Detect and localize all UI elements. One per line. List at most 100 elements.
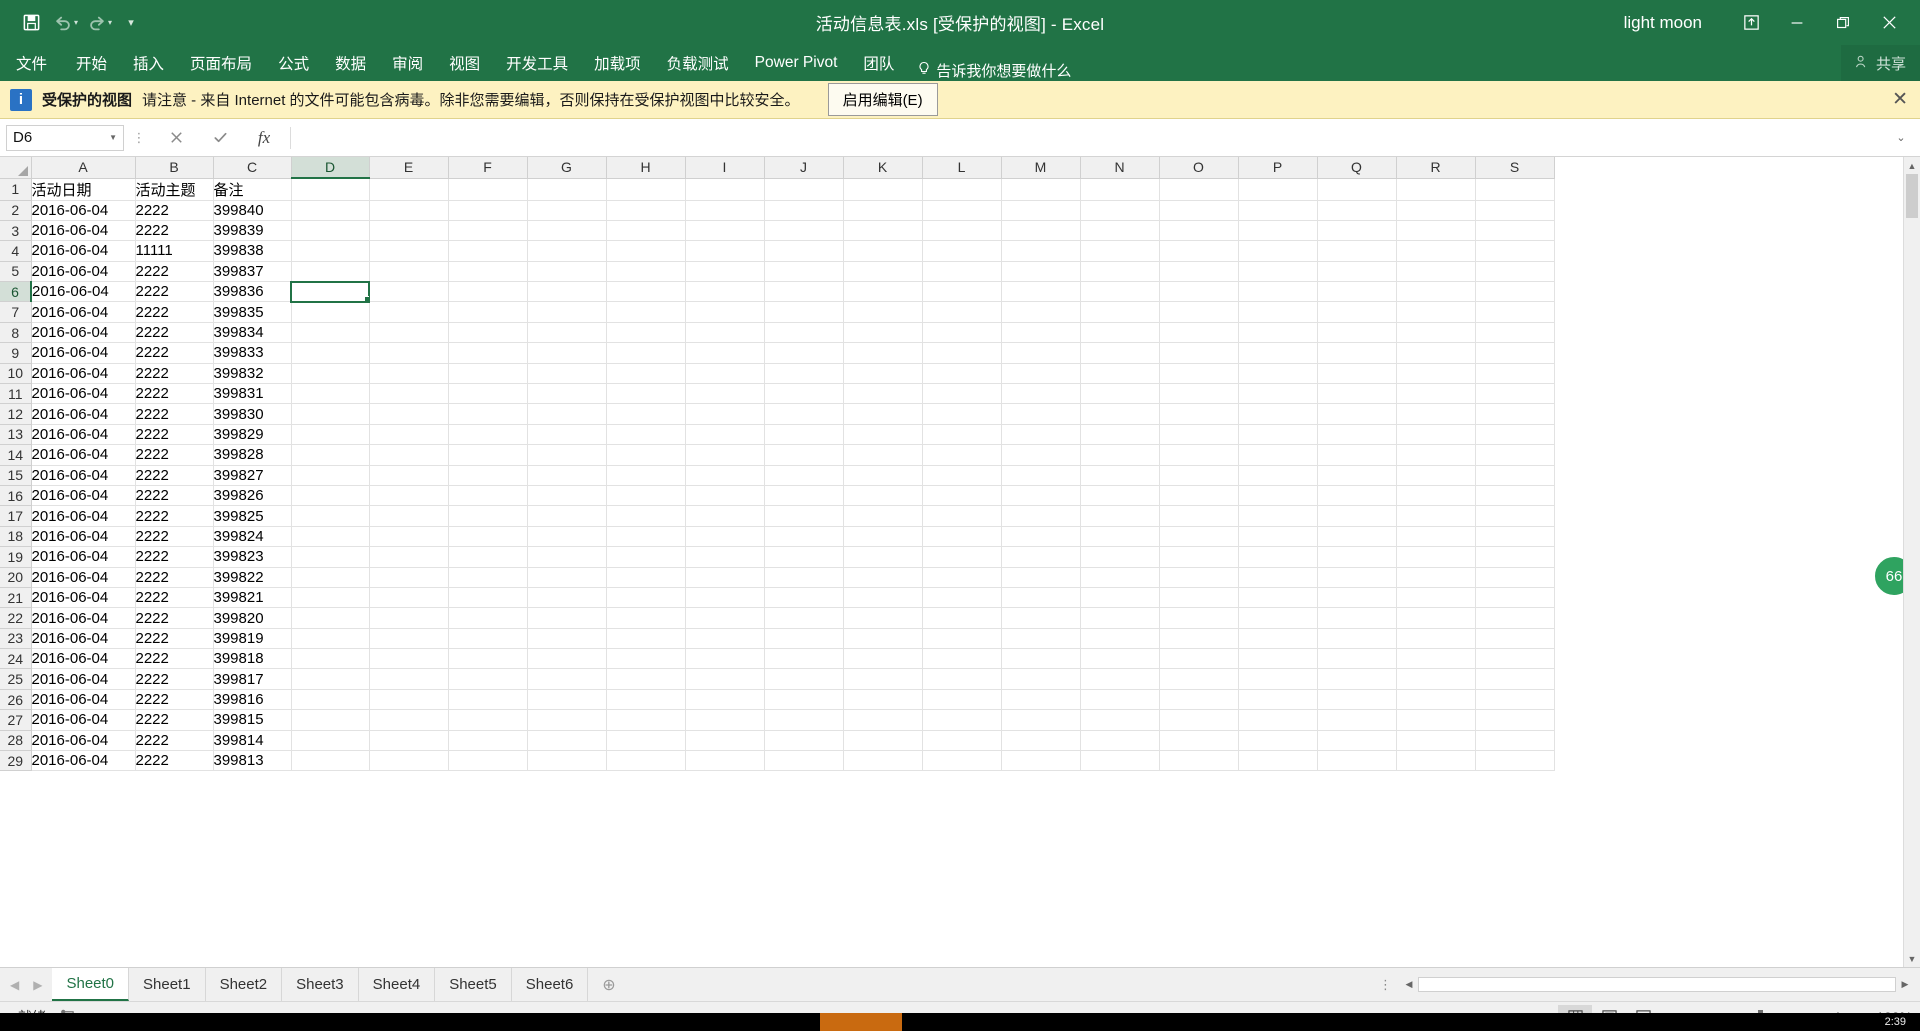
cell-N28[interactable] <box>1080 730 1160 752</box>
cell-H8[interactable] <box>606 322 686 344</box>
cell-Q29[interactable] <box>1317 750 1397 772</box>
cell-K15[interactable] <box>843 465 923 486</box>
cell-D11[interactable] <box>291 383 370 405</box>
cell-F24[interactable] <box>448 648 528 670</box>
cell-Q16[interactable] <box>1317 485 1397 507</box>
cell-P4[interactable] <box>1238 240 1318 262</box>
cell-B25[interactable]: 2222 <box>135 668 214 690</box>
cell-S28[interactable] <box>1475 730 1555 752</box>
cell-K13[interactable] <box>843 424 923 446</box>
ribbon-tab-file[interactable]: 文件 <box>0 45 63 81</box>
cell-D9[interactable] <box>291 342 370 364</box>
cell-E22[interactable] <box>369 607 449 629</box>
cell-M14[interactable] <box>1001 444 1081 466</box>
select-all-corner[interactable] <box>0 157 32 179</box>
cell-F23[interactable] <box>448 628 528 650</box>
cell-R24[interactable] <box>1396 648 1476 670</box>
cell-F19[interactable] <box>448 546 528 568</box>
formula-bar-handle[interactable]: ⋮ <box>124 130 154 146</box>
row-header-27[interactable]: 27 <box>0 709 32 731</box>
cell-L16[interactable] <box>922 485 1002 507</box>
column-header-A[interactable]: A <box>31 157 136 179</box>
cell-G19[interactable] <box>527 546 607 568</box>
cell-D5[interactable] <box>291 261 370 283</box>
cell-O1[interactable] <box>1159 178 1239 201</box>
cell-M9[interactable] <box>1001 342 1081 364</box>
cell-M18[interactable] <box>1001 526 1081 548</box>
cell-B11[interactable]: 2222 <box>135 383 214 405</box>
cell-L10[interactable] <box>922 363 1002 385</box>
cell-P17[interactable] <box>1238 505 1318 527</box>
cell-A6[interactable]: 2016-06-04 <box>31 281 136 303</box>
cell-E29[interactable] <box>369 750 449 772</box>
cell-K7[interactable] <box>843 301 923 323</box>
cell-J19[interactable] <box>764 546 844 568</box>
cell-J2[interactable] <box>764 200 844 221</box>
cell-A16[interactable]: 2016-06-04 <box>31 485 136 507</box>
cell-F5[interactable] <box>448 261 528 283</box>
column-header-D[interactable]: D <box>291 157 370 179</box>
column-header-H[interactable]: H <box>606 157 686 179</box>
cell-B29[interactable]: 2222 <box>135 750 214 772</box>
close-icon[interactable] <box>1866 0 1912 45</box>
cell-M12[interactable] <box>1001 403 1081 425</box>
cell-J4[interactable] <box>764 240 844 262</box>
cell-K8[interactable] <box>843 322 923 344</box>
cell-O9[interactable] <box>1159 342 1239 364</box>
cell-F3[interactable] <box>448 220 528 242</box>
cell-P21[interactable] <box>1238 587 1318 609</box>
sheet-tab-sheet0[interactable]: Sheet0 <box>52 968 130 1001</box>
cell-R7[interactable] <box>1396 301 1476 323</box>
ribbon-tab-page-layout[interactable]: 页面布局 <box>177 45 265 81</box>
cell-P8[interactable] <box>1238 322 1318 344</box>
enable-editing-button[interactable]: 启用编辑(E) <box>827 83 938 116</box>
cell-S18[interactable] <box>1475 526 1555 548</box>
row-header-19[interactable]: 19 <box>0 546 32 568</box>
cell-M27[interactable] <box>1001 709 1081 731</box>
cell-P26[interactable] <box>1238 689 1318 711</box>
cell-L21[interactable] <box>922 587 1002 609</box>
cell-B20[interactable]: 2222 <box>135 567 214 588</box>
cell-N16[interactable] <box>1080 485 1160 507</box>
cell-C29[interactable]: 399813 <box>213 750 292 772</box>
cell-G23[interactable] <box>527 628 607 650</box>
cell-I17[interactable] <box>685 505 765 527</box>
cell-C21[interactable]: 399821 <box>213 587 292 609</box>
cell-L26[interactable] <box>922 689 1002 711</box>
cell-M23[interactable] <box>1001 628 1081 650</box>
cell-A18[interactable]: 2016-06-04 <box>31 526 136 548</box>
cell-N14[interactable] <box>1080 444 1160 466</box>
cell-L28[interactable] <box>922 730 1002 752</box>
cell-N6[interactable] <box>1080 281 1160 303</box>
cell-B9[interactable]: 2222 <box>135 342 214 364</box>
cell-A5[interactable]: 2016-06-04 <box>31 261 136 283</box>
cell-O8[interactable] <box>1159 322 1239 344</box>
cell-F6[interactable] <box>448 281 528 303</box>
cell-F11[interactable] <box>448 383 528 405</box>
cell-G26[interactable] <box>527 689 607 711</box>
cell-K12[interactable] <box>843 403 923 425</box>
cell-D3[interactable] <box>291 220 370 242</box>
cell-O3[interactable] <box>1159 220 1239 242</box>
cell-L9[interactable] <box>922 342 1002 364</box>
cell-I21[interactable] <box>685 587 765 609</box>
cell-R13[interactable] <box>1396 424 1476 446</box>
cell-N27[interactable] <box>1080 709 1160 731</box>
cell-J16[interactable] <box>764 485 844 507</box>
sheet-tab-sheet1[interactable]: Sheet1 <box>129 968 206 1001</box>
cell-B3[interactable]: 2222 <box>135 220 214 242</box>
expand-formula-bar-icon[interactable]: ⌄ <box>1888 131 1914 144</box>
cell-A17[interactable]: 2016-06-04 <box>31 505 136 527</box>
cell-J7[interactable] <box>764 301 844 323</box>
cell-G22[interactable] <box>527 607 607 629</box>
cell-Q25[interactable] <box>1317 668 1397 690</box>
row-header-7[interactable]: 7 <box>0 301 32 323</box>
cell-S4[interactable] <box>1475 240 1555 262</box>
cell-J13[interactable] <box>764 424 844 446</box>
cell-Q8[interactable] <box>1317 322 1397 344</box>
cell-H13[interactable] <box>606 424 686 446</box>
cell-F13[interactable] <box>448 424 528 446</box>
cell-F4[interactable] <box>448 240 528 262</box>
cell-D28[interactable] <box>291 730 370 752</box>
cell-S6[interactable] <box>1475 281 1555 303</box>
